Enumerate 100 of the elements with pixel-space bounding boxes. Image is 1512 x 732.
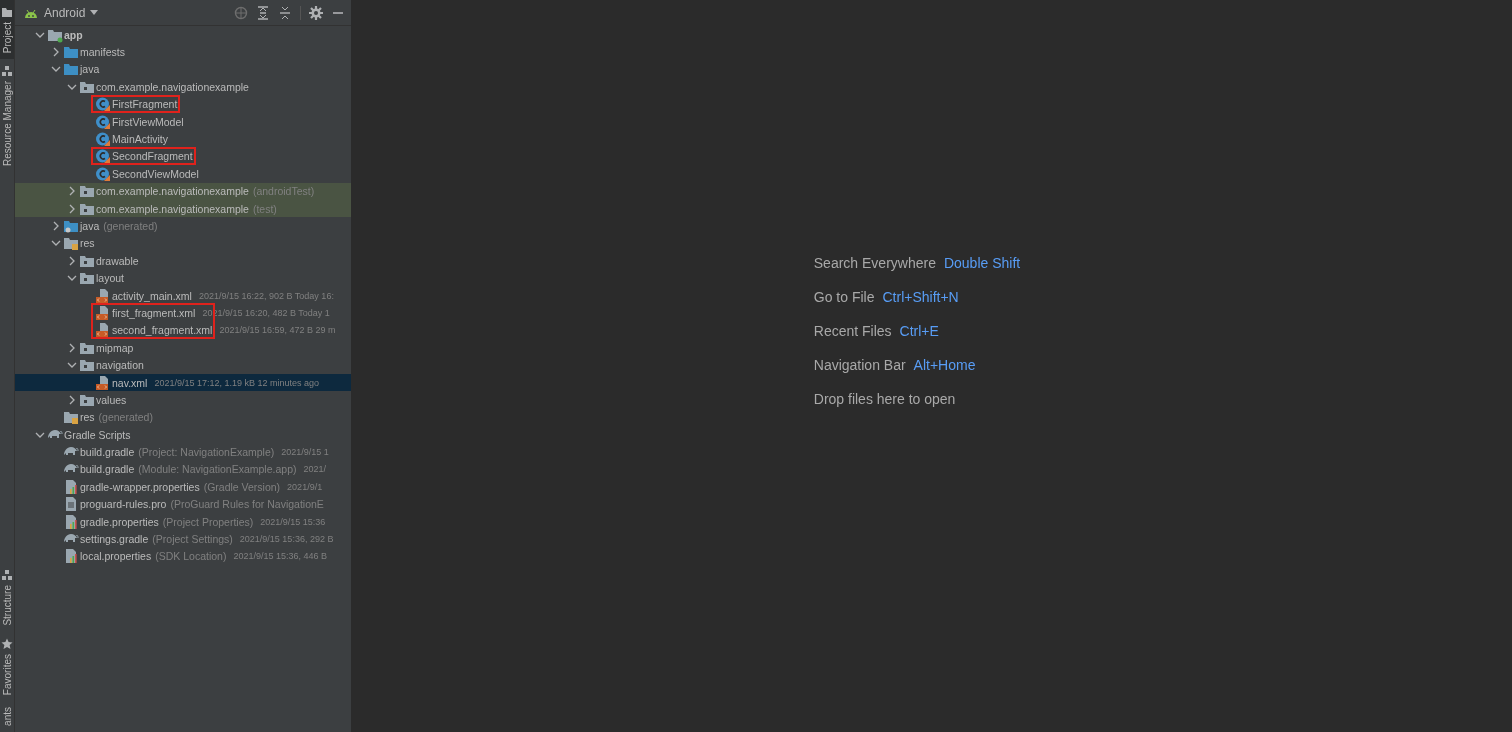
file-info: 2021/9/15 1	[281, 447, 329, 458]
properties-file-icon	[63, 513, 79, 530]
properties-file-icon	[63, 548, 79, 565]
shortcut-text: Ctrl+Shift+N	[882, 289, 959, 305]
tree-row[interactable]: drawable	[15, 252, 351, 270]
file-name: manifests	[80, 46, 125, 59]
hint-text: Go to File	[813, 289, 875, 305]
scope-hint: (Project: NavigationExample)	[138, 446, 275, 459]
file-name: local.properties	[80, 550, 152, 563]
tree-row[interactable]: Gradle Scripts	[15, 426, 351, 444]
file-name: Gradle Scripts	[64, 428, 131, 441]
file-info: 2021/9/1	[287, 481, 323, 492]
tree-row[interactable]: FirstFragment	[15, 95, 351, 113]
tree-row[interactable]: MainActivity	[15, 130, 351, 148]
side-tab[interactable]: Structure	[0, 563, 14, 632]
scope-hint: (Project Settings)	[152, 533, 233, 545]
folder-icon	[63, 409, 79, 426]
tree-row[interactable]: java	[15, 60, 351, 79]
star-icon	[1, 637, 13, 650]
file-name: second_fragment.xml	[112, 324, 213, 337]
file-name: drawable	[96, 254, 139, 267]
tree-row[interactable]: gradle-wrapper.properties (Gradle Version) 2021/9/1	[15, 478, 351, 496]
folder-icon	[63, 44, 79, 61]
tree-row[interactable]: build.gradle (Module: NavigationExample.app) 2021/	[15, 460, 351, 479]
folder-icon	[63, 61, 79, 78]
folder-icon	[1, 6, 13, 18]
file-name: com.example.navigationexample	[96, 185, 249, 198]
file-info: 2021/9/15 15:36	[260, 516, 326, 527]
xml-file-icon	[95, 287, 111, 304]
file-name: java	[80, 63, 100, 76]
file-name: FirstFragment	[112, 98, 178, 111]
file-name: com.example.navigationexample	[96, 202, 249, 215]
tree-row[interactable]: build.gradle (Project: NavigationExample) 2021/9/15 1	[15, 443, 351, 461]
tree-row[interactable]: com.example.navigationexample	[15, 78, 351, 96]
xml-file-icon	[95, 304, 111, 321]
tree-row[interactable]: values	[15, 391, 351, 409]
tree-row[interactable]: proguard-rules.pro (ProGuard Rules for NavigationE	[15, 495, 351, 513]
tree-row[interactable]: app	[15, 26, 351, 44]
file-name: values	[96, 393, 127, 406]
folder-icon	[63, 235, 79, 252]
file-info: 2021/9/15 15:36, 292 B	[239, 534, 334, 544]
scope-hint: (androidTest)	[252, 185, 315, 198]
file-name: SecondFragment	[112, 150, 193, 163]
scope-hint: (test)	[252, 202, 277, 215]
scope-hint: (SDK Location)	[155, 550, 227, 563]
file-name: gradle.properties	[80, 515, 159, 528]
side-tab[interactable]: Favorites	[0, 631, 14, 702]
caret-icon	[90, 10, 99, 15]
settings-icon[interactable]	[307, 3, 325, 22]
file-info: 2021/9/15 15:36, 446 B	[233, 551, 327, 562]
file-name: app	[64, 28, 83, 41]
tree-row[interactable]: res (generated)	[15, 408, 351, 426]
tree-row[interactable]: local.properties (SDK Location) 2021/9/15 15:36, 446 B	[15, 547, 351, 566]
tree-row[interactable]: res	[15, 234, 351, 253]
folder-icon	[79, 183, 95, 200]
file-name: java	[80, 220, 100, 232]
tree-row[interactable]: FirstViewModel	[15, 112, 351, 131]
hint-text: Drop files here to open	[813, 391, 956, 407]
side-tab[interactable]: Project	[0, 0, 14, 60]
hint-text: Recent Files	[813, 323, 892, 339]
shapes-icon	[1, 65, 13, 78]
hint-text: Navigation Bar	[813, 357, 906, 373]
side-tab[interactable]: Resource Manager	[0, 59, 14, 173]
file-name: build.gradle	[80, 446, 135, 459]
scope-hint: (Module: NavigationExample.app)	[138, 463, 297, 476]
file-name: activity_main.xml	[112, 289, 192, 302]
file-info: 2021/	[303, 464, 326, 475]
elephant-icon	[47, 428, 63, 441]
tree-row[interactable]: layout	[15, 269, 351, 287]
shortcut-text: Ctrl+E	[899, 323, 939, 339]
file-name: first_fragment.xml	[112, 306, 196, 319]
view-dropdown[interactable]: Android	[23, 5, 99, 20]
file-name: MainActivity	[112, 133, 168, 146]
class-icon	[95, 96, 111, 113]
folder-icon	[79, 357, 95, 374]
shortcut-text: Alt+Home	[913, 357, 976, 373]
tree-row[interactable]: mipmap	[15, 339, 351, 357]
file-name: nav.xml	[112, 376, 148, 389]
file-name: gradle-wrapper.properties	[80, 480, 200, 493]
tree-row[interactable]: com.example.navigationexample (androidTest)	[15, 182, 351, 200]
tree-row[interactable]: nav.xml 2021/9/15 17:12, 1.19 kB 12 minutes ago	[15, 373, 351, 392]
file-name: navigation	[96, 359, 144, 372]
file-info: 2021/9/15 17:12, 1.19 kB 12 minutes ago	[154, 377, 320, 388]
class-icon	[95, 113, 111, 130]
file-info: 2021/9/15 16:22, 902 B Today 16:	[198, 290, 334, 301]
scope-hint: (ProGuard Rules for NavigationE	[170, 498, 324, 511]
side-tab[interactable]: ants	[0, 701, 14, 732]
tree-row[interactable]: SecondFragment	[15, 147, 351, 166]
tree-row[interactable]: manifests	[15, 43, 351, 61]
scope-hint: (generated)	[98, 411, 153, 424]
tree-row[interactable]: navigation	[15, 356, 351, 374]
file-name: FirstViewModel	[112, 115, 184, 128]
shapes-icon	[1, 569, 13, 582]
tree-row[interactable]: java (generated)	[15, 217, 351, 235]
tree-row[interactable]: gradle.properties (Project Properties) 2021/9/15 15:36	[15, 512, 351, 531]
folder-icon	[79, 270, 95, 287]
tree-row[interactable]: settings.gradle (Project Settings) 2021/9/15 15:36, 292 B	[15, 530, 351, 548]
tree-row[interactable]: activity_main.xml 2021/9/15 16:22, 902 B Today 16:	[15, 286, 351, 305]
tree-row[interactable]: SecondViewModel	[15, 165, 351, 183]
hint-text: Search Everywhere	[813, 255, 936, 271]
